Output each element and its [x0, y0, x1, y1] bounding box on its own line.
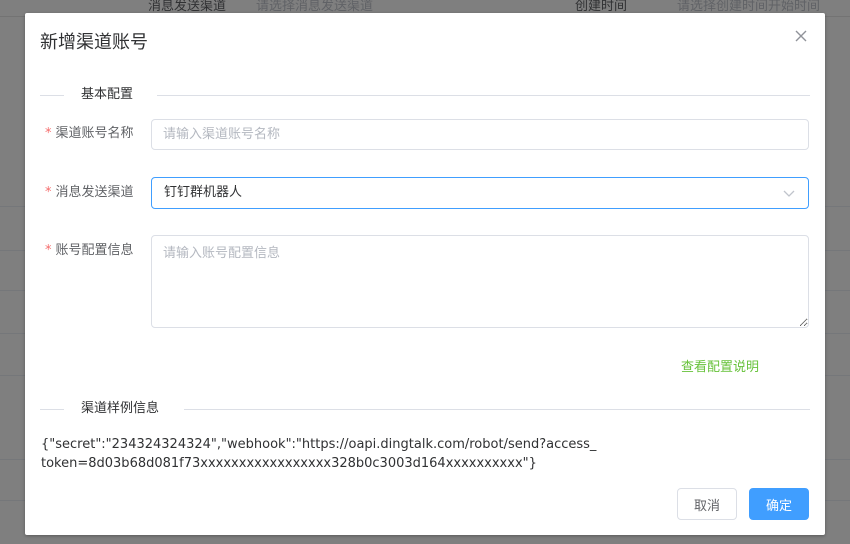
- section-basic-config: 基本配置: [40, 85, 810, 105]
- channel-label-text: 消息发送渠道: [55, 185, 134, 200]
- account-config-textarea[interactable]: [151, 235, 809, 328]
- confirm-button[interactable]: 确定: [749, 488, 809, 520]
- required-mark: *: [45, 243, 52, 258]
- channel-label: * 消息发送渠道: [45, 183, 134, 203]
- cancel-button[interactable]: 取消: [677, 488, 737, 520]
- account-name-label: * 渠道账号名称: [45, 124, 134, 144]
- account-config-label: * 账号配置信息: [45, 241, 134, 261]
- section-divider: [157, 95, 810, 96]
- channel-select-value: 钉钉群机器人: [164, 185, 243, 200]
- section-channel-sample: 渠道样例信息: [40, 399, 810, 419]
- section-divider: [40, 95, 64, 96]
- view-config-docs-link[interactable]: 查看配置说明: [681, 358, 759, 378]
- section-divider: [40, 409, 64, 410]
- section-channel-sample-title: 渠道样例信息: [81, 399, 160, 419]
- close-icon: [795, 30, 807, 42]
- section-divider: [184, 409, 810, 410]
- required-mark: *: [45, 126, 52, 141]
- account-name-label-text: 渠道账号名称: [55, 126, 134, 141]
- account-name-input[interactable]: [151, 119, 809, 150]
- dialog-title: 新增渠道账号: [40, 32, 148, 53]
- required-mark: *: [45, 185, 52, 200]
- chevron-down-icon: [783, 190, 795, 197]
- section-basic-config-title: 基本配置: [81, 85, 134, 105]
- channel-select[interactable]: 钉钉群机器人: [151, 177, 809, 209]
- add-channel-account-dialog: 新增渠道账号 基本配置 *渠道账号名称 *消息发送渠道 钉钉群机器人 *账号配置…: [25, 13, 825, 535]
- account-config-label-text: 账号配置信息: [55, 243, 134, 258]
- channel-sample-text: {"secret":"234324324324","webhook":"http…: [41, 437, 597, 471]
- close-button[interactable]: [792, 27, 810, 45]
